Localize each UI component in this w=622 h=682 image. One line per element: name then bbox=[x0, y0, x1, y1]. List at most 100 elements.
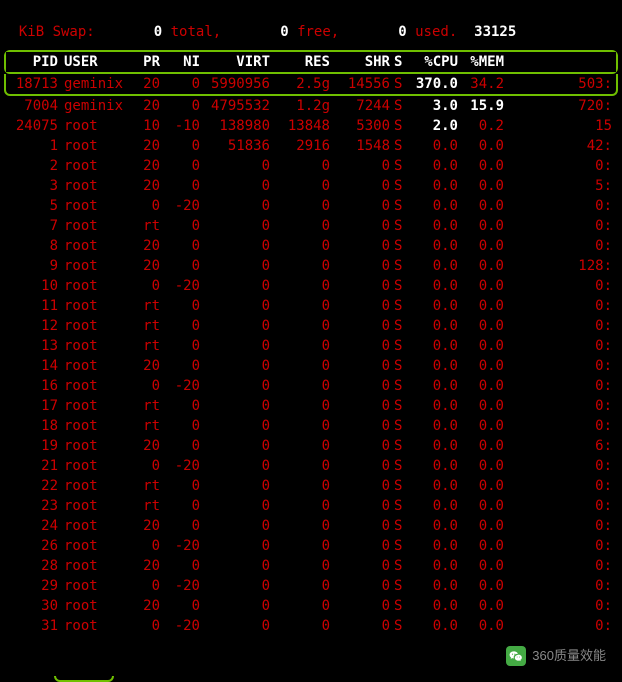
cell-mem: 34.2 bbox=[458, 74, 504, 94]
cell-ni: 0 bbox=[160, 216, 200, 236]
col-virt: VIRT bbox=[200, 52, 270, 72]
cell-res: 0 bbox=[270, 456, 330, 476]
cell-pid: 12 bbox=[8, 316, 58, 336]
cell-tail: 503: bbox=[504, 74, 614, 94]
cell-pid: 19 bbox=[8, 436, 58, 456]
cell-shr: 0 bbox=[330, 276, 390, 296]
cell-pr: rt bbox=[124, 296, 160, 316]
col-pid: PID bbox=[8, 52, 58, 72]
swap-used-label: used. bbox=[415, 24, 457, 40]
cell-cpu: 0.0 bbox=[408, 416, 458, 436]
cell-pid: 29 bbox=[8, 576, 58, 596]
process-row[interactable]: 23rootrt0000S0.00.00: bbox=[6, 496, 616, 516]
cell-pr: rt bbox=[124, 416, 160, 436]
cell-virt: 0 bbox=[200, 336, 270, 356]
process-row[interactable]: 9root200000S0.00.0128: bbox=[6, 256, 616, 276]
process-list[interactable]: 7004geminix20047955321.2g7244S3.015.9720… bbox=[0, 96, 622, 636]
cell-user: root bbox=[58, 216, 124, 236]
cell-virt: 0 bbox=[200, 416, 270, 436]
cell-ni: -20 bbox=[160, 376, 200, 396]
process-row[interactable]: 7rootrt0000S0.00.00: bbox=[6, 216, 616, 236]
cell-s: S bbox=[390, 236, 408, 256]
cell-cpu: 0.0 bbox=[408, 336, 458, 356]
cell-pr: 20 bbox=[124, 136, 160, 156]
process-row[interactable]: 21root0-20000S0.00.00: bbox=[6, 456, 616, 476]
process-row[interactable]: 19root200000S0.00.06: bbox=[6, 436, 616, 456]
cell-cpu: 0.0 bbox=[408, 316, 458, 336]
cell-tail: 0: bbox=[504, 236, 614, 256]
cell-pr: 0 bbox=[124, 376, 160, 396]
cell-ni: -20 bbox=[160, 536, 200, 556]
cell-shr: 0 bbox=[330, 576, 390, 596]
process-row[interactable]: 30root200000S0.00.00: bbox=[6, 596, 616, 616]
cell-res: 0 bbox=[270, 596, 330, 616]
cell-res: 0 bbox=[270, 356, 330, 376]
cell-s: S bbox=[390, 416, 408, 436]
cell-mem: 0.0 bbox=[458, 176, 504, 196]
process-row[interactable]: 7004geminix20047955321.2g7244S3.015.9720… bbox=[6, 96, 616, 116]
cell-pid: 1 bbox=[8, 136, 58, 156]
cell-cpu: 0.0 bbox=[408, 496, 458, 516]
cell-user: root bbox=[58, 536, 124, 556]
swap-free-label: free, bbox=[297, 24, 339, 40]
process-row[interactable]: 16root0-20000S0.00.00: bbox=[6, 376, 616, 396]
cell-virt: 0 bbox=[200, 556, 270, 576]
cell-mem: 0.0 bbox=[458, 536, 504, 556]
cell-mem: 0.0 bbox=[458, 136, 504, 156]
cell-res: 0 bbox=[270, 516, 330, 536]
swap-label: KiB Swap: bbox=[19, 24, 95, 40]
process-row[interactable]: 22rootrt0000S0.00.00: bbox=[6, 476, 616, 496]
process-row[interactable]: 5root0-20000S0.00.00: bbox=[6, 196, 616, 216]
cell-ni: -20 bbox=[160, 616, 200, 636]
process-row[interactable]: 28root200000S0.00.00: bbox=[6, 556, 616, 576]
process-row[interactable]: 8root200000S0.00.00: bbox=[6, 236, 616, 256]
cell-pr: 20 bbox=[124, 516, 160, 536]
cell-virt: 0 bbox=[200, 256, 270, 276]
process-row[interactable]: 13rootrt0000S0.00.00: bbox=[6, 336, 616, 356]
process-row[interactable]: 26root0-20000S0.00.00: bbox=[6, 536, 616, 556]
cell-virt: 0 bbox=[200, 376, 270, 396]
swap-free-value: 0 bbox=[280, 24, 288, 40]
cell-pid: 16 bbox=[8, 376, 58, 396]
cell-pid: 26 bbox=[8, 536, 58, 556]
process-row[interactable]: 10root0-20000S0.00.00: bbox=[6, 276, 616, 296]
process-row[interactable]: 2root200000S0.00.00: bbox=[6, 156, 616, 176]
cell-mem: 15.9 bbox=[458, 96, 504, 116]
process-row[interactable]: 24root200000S0.00.00: bbox=[6, 516, 616, 536]
cell-tail: 0: bbox=[504, 316, 614, 336]
cell-s: S bbox=[390, 536, 408, 556]
process-row[interactable]: 29root0-20000S0.00.00: bbox=[6, 576, 616, 596]
cell-virt: 0 bbox=[200, 476, 270, 496]
process-row[interactable]: 1root2005183629161548S0.00.042: bbox=[6, 136, 616, 156]
cell-cpu: 0.0 bbox=[408, 156, 458, 176]
cell-user: root bbox=[58, 356, 124, 376]
cell-s: S bbox=[390, 296, 408, 316]
cell-shr: 0 bbox=[330, 556, 390, 576]
process-row[interactable]: 24075root10-10138980138485300S2.00.215 bbox=[6, 116, 616, 136]
cell-virt: 0 bbox=[200, 576, 270, 596]
cell-ni: 0 bbox=[160, 156, 200, 176]
cell-shr: 0 bbox=[330, 496, 390, 516]
cell-pr: rt bbox=[124, 216, 160, 236]
cell-s: S bbox=[390, 74, 408, 94]
process-row[interactable]: 17rootrt0000S0.00.00: bbox=[6, 396, 616, 416]
cell-pr: 20 bbox=[124, 556, 160, 576]
cell-shr: 0 bbox=[330, 356, 390, 376]
process-row[interactable]: 14root200000S0.00.00: bbox=[6, 356, 616, 376]
cell-virt: 0 bbox=[200, 216, 270, 236]
process-row[interactable]: 18rootrt0000S0.00.00: bbox=[6, 416, 616, 436]
process-row[interactable]: 3root200000S0.00.05: bbox=[6, 176, 616, 196]
swap-total-label: total, bbox=[171, 24, 222, 40]
cell-tail: 0: bbox=[504, 576, 614, 596]
cell-user: root bbox=[58, 176, 124, 196]
process-row[interactable]: 31root0-20000S0.00.00: bbox=[6, 616, 616, 636]
cell-pid: 24 bbox=[8, 516, 58, 536]
process-row[interactable]: 12rootrt0000S0.00.00: bbox=[6, 316, 616, 336]
process-row-highlighted[interactable]: 18713 geminix 20 0 5990956 2.5g 14556 S … bbox=[4, 74, 618, 96]
cell-user: root bbox=[58, 376, 124, 396]
process-row[interactable]: 11rootrt0000S0.00.00: bbox=[6, 296, 616, 316]
cell-ni: 0 bbox=[160, 596, 200, 616]
cell-tail: 128: bbox=[504, 256, 614, 276]
cell-s: S bbox=[390, 376, 408, 396]
cell-user: root bbox=[58, 116, 124, 136]
